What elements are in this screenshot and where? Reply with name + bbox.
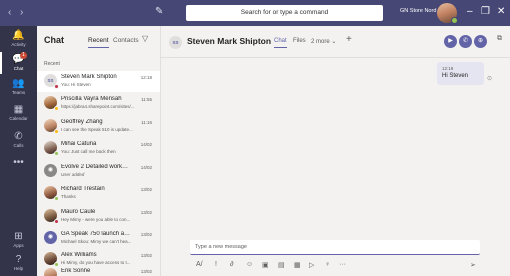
calls-icon: ✆ xyxy=(14,131,23,142)
chat-list-item[interactable]: ◉ GA Speak 750 launch an... Michael Skou… xyxy=(37,228,160,249)
tab-files[interactable]: Files xyxy=(293,38,306,44)
priority-icon[interactable]: ! xyxy=(215,261,217,268)
gif-icon[interactable]: ▣ xyxy=(262,261,269,269)
rail-calendar[interactable]: ▦ Calendar xyxy=(0,104,37,122)
rail-activity[interactable]: 🔔 Activity xyxy=(0,30,37,48)
more-icon: ••• xyxy=(13,157,24,168)
rail-calls[interactable]: ✆ Calls xyxy=(0,131,37,149)
chat-list-item[interactable]: Erik Sonne 13/02 xyxy=(37,265,160,276)
tab-chat[interactable]: Chat xyxy=(274,38,287,48)
chat-list-pane: Chat Recent Contacts ▽ Recent SS Steven … xyxy=(37,26,161,276)
unread-badge: 1 xyxy=(20,52,27,59)
presence-available-icon xyxy=(54,151,59,156)
teams-icon: 👥 xyxy=(12,78,25,89)
message-list: 12:18 Hi Steven ⊙ xyxy=(161,58,510,233)
presence-busy-icon xyxy=(54,84,59,89)
attach-icon[interactable]: ∂ xyxy=(230,261,233,268)
tab-recent[interactable]: Recent xyxy=(88,37,109,48)
presence-away-icon xyxy=(54,106,59,111)
help-icon: ? xyxy=(15,254,22,265)
app-rail: 🔔 Activity 💬 Chat 1 👥 Teams ▦ Calendar ✆… xyxy=(0,26,37,276)
message-time: 12:18 xyxy=(442,66,454,71)
apps-icon: ⊞ xyxy=(14,231,23,242)
bell-icon: 🔔 xyxy=(12,30,25,41)
chat-list-item[interactable]: Mauro Caule Hey Mimy - were you able to … xyxy=(37,206,160,227)
rail-help[interactable]: ? Help xyxy=(0,254,37,272)
compose-icon[interactable]: ✎ xyxy=(155,6,163,17)
message-input[interactable]: Type a new message xyxy=(190,240,480,255)
rail-more[interactable]: ••• xyxy=(0,157,37,168)
chat-list-item[interactable]: Richard Trestain Thanks 13/02 xyxy=(37,183,160,204)
stream-icon[interactable]: ▷ xyxy=(309,261,314,269)
forward-button[interactable]: › xyxy=(20,7,23,18)
tab-contacts[interactable]: Contacts xyxy=(113,37,139,44)
presence-available-icon xyxy=(54,196,59,201)
add-tab-button[interactable]: + xyxy=(346,34,352,45)
message-text: Hi Steven xyxy=(442,73,469,79)
chat-list-item[interactable]: Priscilla Vayra Mensah https://jabra4.sh… xyxy=(37,93,160,114)
presence-busy-icon xyxy=(54,219,59,224)
back-button[interactable]: ‹ xyxy=(8,7,11,18)
search-input[interactable]: Search for or type a command xyxy=(186,5,383,21)
profile-avatar[interactable] xyxy=(437,3,458,24)
title-bar: ‹ › ✎ Search for or type a command GN St… xyxy=(0,0,510,26)
format-icon[interactable]: A/ xyxy=(196,261,203,268)
chat-list-item[interactable]: Geoffrey Zhang I can see the Speak 510 i… xyxy=(37,116,160,137)
send-icon[interactable]: ➢ xyxy=(470,261,476,269)
conversation-title: Steven Mark Shipton xyxy=(187,36,272,46)
video-call-icon[interactable]: ▶ xyxy=(444,35,457,48)
praise-icon[interactable]: ♀ xyxy=(325,261,330,268)
rail-apps[interactable]: ⊞ Apps xyxy=(0,231,37,249)
recent-section-label: Recent xyxy=(44,61,60,67)
presence-icon xyxy=(451,17,458,24)
conversation-header: SS Steven Mark Shipton Chat Files 2 more… xyxy=(161,26,510,58)
emoji-icon[interactable]: ☺ xyxy=(246,261,253,268)
message-bubble[interactable]: 12:18 Hi Steven xyxy=(437,62,484,85)
close-button[interactable]: ✕ xyxy=(497,6,505,17)
group-chat-icon: ◉ xyxy=(44,164,57,177)
tab-more[interactable]: 2 more ⌄ xyxy=(311,38,336,45)
rail-chat[interactable]: 💬 Chat 1 xyxy=(0,52,37,74)
group-chat-icon: ◉ xyxy=(44,231,57,244)
chat-icon: 💬 xyxy=(12,54,25,65)
minimize-button[interactable]: – xyxy=(467,6,473,17)
chat-list-item[interactable]: ◉ Evolve 2 Detailed worksh... User added… xyxy=(37,161,160,182)
screen-share-icon[interactable]: ⊕ xyxy=(474,35,487,48)
more-options-icon[interactable]: ··· xyxy=(339,261,346,268)
audio-call-icon[interactable]: ✆ xyxy=(459,35,472,48)
rail-teams[interactable]: 👥 Teams xyxy=(0,78,37,96)
avatar xyxy=(44,268,57,276)
chat-list-item[interactable]: Mihai Catuna You: Just call me back then… xyxy=(37,138,160,159)
chat-list-item[interactable]: SS Steven Mark Shipton You: Hi Steven 12… xyxy=(37,71,160,92)
restore-button[interactable]: ❐ xyxy=(481,6,490,17)
presence-away-icon xyxy=(54,129,59,134)
chat-title: Chat xyxy=(44,35,64,45)
seen-icon: ⊙ xyxy=(487,76,493,82)
meet-icon[interactable]: ▦ xyxy=(294,261,301,269)
avatar: SS xyxy=(169,36,182,49)
calendar-icon: ▦ xyxy=(13,104,24,115)
sticker-icon[interactable]: ▤ xyxy=(278,261,285,269)
filter-icon[interactable]: ▽ xyxy=(142,34,148,43)
popout-icon[interactable]: ⧉ xyxy=(497,35,502,43)
